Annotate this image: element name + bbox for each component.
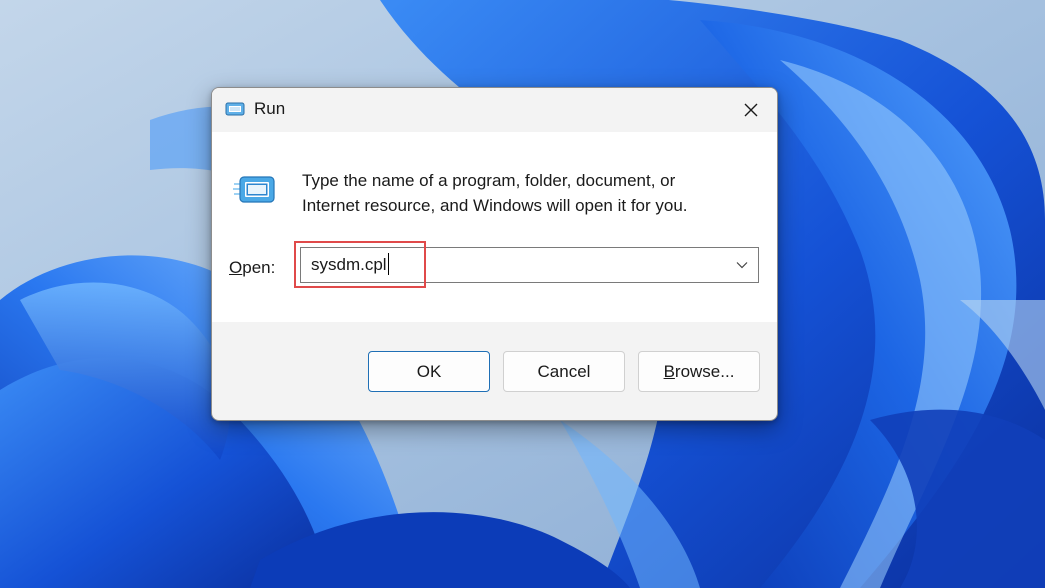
chevron-down-icon xyxy=(736,256,748,274)
open-input[interactable]: sysdm.cpl xyxy=(311,248,389,282)
description-line-2: Internet resource, and Windows will open… xyxy=(302,196,688,215)
cancel-button[interactable]: Cancel xyxy=(503,351,625,392)
run-dialog: Run Type the name of a program, folder, … xyxy=(211,87,778,421)
button-row: OK Cancel Browse... xyxy=(212,322,777,420)
browse-button[interactable]: Browse... xyxy=(638,351,760,392)
browse-label: rowse... xyxy=(674,361,735,381)
window-title: Run xyxy=(254,99,286,118)
close-button[interactable] xyxy=(725,88,777,132)
close-icon xyxy=(743,102,759,118)
title-bar[interactable]: Run xyxy=(212,88,777,132)
run-program-icon xyxy=(232,172,276,208)
dialog-content: Type the name of a program, folder, docu… xyxy=(212,132,777,322)
ok-button[interactable]: OK xyxy=(368,351,490,392)
open-label-text: pen: xyxy=(242,258,276,277)
run-icon xyxy=(224,100,246,118)
open-label: Open: xyxy=(229,258,275,278)
open-input-value: sysdm.cpl xyxy=(311,255,387,274)
dialog-description: Type the name of a program, folder, docu… xyxy=(302,168,742,218)
dropdown-button[interactable] xyxy=(732,248,752,282)
text-caret xyxy=(387,253,389,276)
open-label-access-key: O xyxy=(229,258,243,277)
browse-access-key: B xyxy=(663,361,675,381)
description-line-1: Type the name of a program, folder, docu… xyxy=(302,171,676,190)
open-combobox[interactable]: sysdm.cpl xyxy=(300,247,759,283)
